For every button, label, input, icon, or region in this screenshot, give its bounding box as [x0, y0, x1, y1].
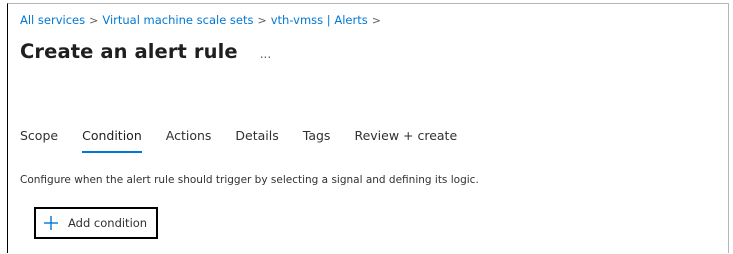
tab-label: Condition: [82, 128, 142, 143]
tab-actions[interactable]: Actions: [166, 128, 212, 154]
tab-strip: Scope Condition Actions Details Tags Rev…: [20, 128, 481, 154]
page-frame: All services > Virtual machine scale set…: [7, 3, 729, 253]
page-title: Create an alert rule: [20, 40, 238, 63]
tab-label: Details: [235, 128, 279, 143]
breadcrumb-all-services[interactable]: All services: [20, 13, 85, 27]
condition-description: Configure when the alert rule should tri…: [20, 174, 479, 186]
tab-condition[interactable]: Condition: [82, 128, 142, 154]
breadcrumb-vth-vmss-alerts[interactable]: vth-vmss | Alerts: [271, 13, 368, 27]
breadcrumb-separator: >: [257, 13, 267, 27]
tab-scope[interactable]: Scope: [20, 128, 58, 154]
add-condition-label: Add condition: [68, 216, 148, 230]
tab-label: Actions: [165, 128, 212, 143]
more-options-button[interactable]: ...: [260, 47, 271, 61]
breadcrumb: All services > Virtual machine scale set…: [20, 13, 385, 27]
tab-label: Review + create: [354, 128, 458, 143]
tab-label: Scope: [20, 128, 59, 143]
tab-tags[interactable]: Tags: [303, 128, 331, 154]
title-row: Create an alert rule ...: [20, 40, 271, 63]
breadcrumb-separator: >: [371, 13, 381, 27]
breadcrumb-vmss[interactable]: Virtual machine scale sets: [102, 13, 253, 27]
breadcrumb-separator: >: [89, 13, 99, 27]
selected-tab-indicator: [82, 151, 142, 153]
add-condition-button[interactable]: Add condition: [34, 207, 158, 239]
plus-icon: [43, 215, 59, 231]
tab-details[interactable]: Details: [235, 128, 278, 154]
tab-review-create[interactable]: Review + create: [354, 128, 457, 154]
tab-label: Tags: [302, 128, 331, 143]
